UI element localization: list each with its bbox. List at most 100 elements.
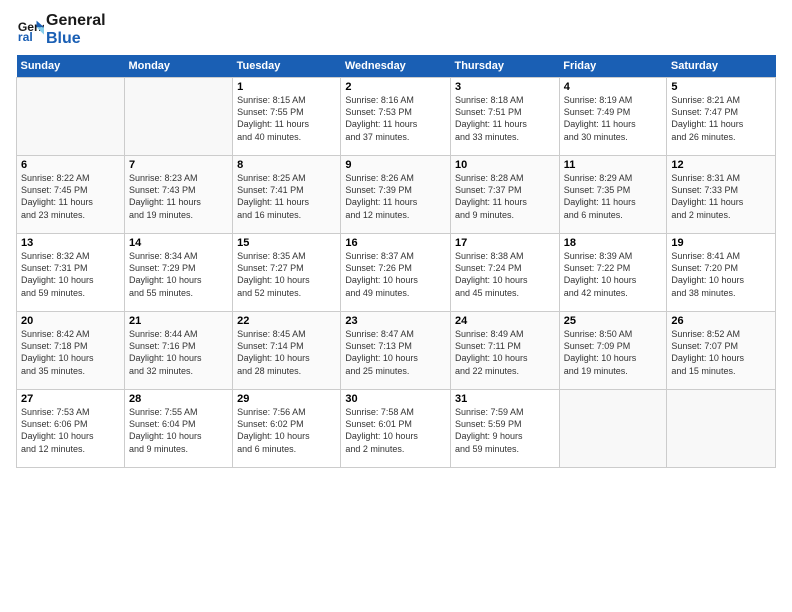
calendar-cell: 11Sunrise: 8:29 AM Sunset: 7:35 PM Dayli…	[559, 156, 667, 234]
day-info: Sunrise: 8:32 AM Sunset: 7:31 PM Dayligh…	[21, 250, 120, 299]
day-info: Sunrise: 7:53 AM Sunset: 6:06 PM Dayligh…	[21, 406, 120, 455]
day-number: 8	[237, 159, 336, 171]
day-info: Sunrise: 8:23 AM Sunset: 7:43 PM Dayligh…	[129, 172, 228, 221]
calendar-cell: 2Sunrise: 8:16 AM Sunset: 7:53 PM Daylig…	[341, 78, 451, 156]
logo-text-line1: General	[46, 12, 106, 30]
day-number: 28	[129, 393, 228, 405]
day-number: 22	[237, 315, 336, 327]
weekday-header: Thursday	[450, 55, 559, 78]
day-number: 6	[21, 159, 120, 171]
calendar-cell: 20Sunrise: 8:42 AM Sunset: 7:18 PM Dayli…	[17, 312, 125, 390]
calendar-cell: 25Sunrise: 8:50 AM Sunset: 7:09 PM Dayli…	[559, 312, 667, 390]
day-info: Sunrise: 7:55 AM Sunset: 6:04 PM Dayligh…	[129, 406, 228, 455]
day-info: Sunrise: 8:19 AM Sunset: 7:49 PM Dayligh…	[564, 94, 663, 143]
day-info: Sunrise: 8:29 AM Sunset: 7:35 PM Dayligh…	[564, 172, 663, 221]
day-number: 11	[564, 159, 663, 171]
calendar-cell: 21Sunrise: 8:44 AM Sunset: 7:16 PM Dayli…	[124, 312, 232, 390]
svg-text:ral: ral	[18, 30, 33, 44]
calendar-cell	[17, 78, 125, 156]
logo-text-line2: Blue	[46, 30, 106, 48]
calendar-cell: 7Sunrise: 8:23 AM Sunset: 7:43 PM Daylig…	[124, 156, 232, 234]
calendar-cell: 22Sunrise: 8:45 AM Sunset: 7:14 PM Dayli…	[233, 312, 341, 390]
calendar-cell: 12Sunrise: 8:31 AM Sunset: 7:33 PM Dayli…	[667, 156, 776, 234]
page-header: Gene ral General Blue	[16, 12, 776, 47]
day-number: 31	[455, 393, 555, 405]
weekday-header: Tuesday	[233, 55, 341, 78]
calendar-cell: 3Sunrise: 8:18 AM Sunset: 7:51 PM Daylig…	[450, 78, 559, 156]
day-info: Sunrise: 8:16 AM Sunset: 7:53 PM Dayligh…	[345, 94, 446, 143]
day-number: 20	[21, 315, 120, 327]
day-number: 23	[345, 315, 446, 327]
calendar-week-row: 1Sunrise: 8:15 AM Sunset: 7:55 PM Daylig…	[17, 78, 776, 156]
day-number: 15	[237, 237, 336, 249]
day-info: Sunrise: 8:22 AM Sunset: 7:45 PM Dayligh…	[21, 172, 120, 221]
day-number: 16	[345, 237, 446, 249]
calendar-cell: 19Sunrise: 8:41 AM Sunset: 7:20 PM Dayli…	[667, 234, 776, 312]
logo-icon: Gene ral	[16, 16, 44, 44]
day-info: Sunrise: 8:37 AM Sunset: 7:26 PM Dayligh…	[345, 250, 446, 299]
day-info: Sunrise: 8:34 AM Sunset: 7:29 PM Dayligh…	[129, 250, 228, 299]
day-number: 30	[345, 393, 446, 405]
day-info: Sunrise: 8:15 AM Sunset: 7:55 PM Dayligh…	[237, 94, 336, 143]
day-number: 19	[671, 237, 771, 249]
day-number: 4	[564, 81, 663, 93]
calendar-cell: 26Sunrise: 8:52 AM Sunset: 7:07 PM Dayli…	[667, 312, 776, 390]
calendar-cell	[124, 78, 232, 156]
calendar-header-row: SundayMondayTuesdayWednesdayThursdayFrid…	[17, 55, 776, 78]
calendar-cell: 5Sunrise: 8:21 AM Sunset: 7:47 PM Daylig…	[667, 78, 776, 156]
calendar-table: SundayMondayTuesdayWednesdayThursdayFrid…	[16, 55, 776, 468]
day-number: 27	[21, 393, 120, 405]
day-info: Sunrise: 8:50 AM Sunset: 7:09 PM Dayligh…	[564, 328, 663, 377]
day-info: Sunrise: 7:59 AM Sunset: 5:59 PM Dayligh…	[455, 406, 555, 455]
day-info: Sunrise: 8:39 AM Sunset: 7:22 PM Dayligh…	[564, 250, 663, 299]
day-number: 13	[21, 237, 120, 249]
calendar-cell: 16Sunrise: 8:37 AM Sunset: 7:26 PM Dayli…	[341, 234, 451, 312]
day-info: Sunrise: 8:18 AM Sunset: 7:51 PM Dayligh…	[455, 94, 555, 143]
calendar-cell: 29Sunrise: 7:56 AM Sunset: 6:02 PM Dayli…	[233, 390, 341, 468]
calendar-cell: 10Sunrise: 8:28 AM Sunset: 7:37 PM Dayli…	[450, 156, 559, 234]
calendar-cell: 9Sunrise: 8:26 AM Sunset: 7:39 PM Daylig…	[341, 156, 451, 234]
day-number: 17	[455, 237, 555, 249]
calendar-week-row: 20Sunrise: 8:42 AM Sunset: 7:18 PM Dayli…	[17, 312, 776, 390]
calendar-cell: 1Sunrise: 8:15 AM Sunset: 7:55 PM Daylig…	[233, 78, 341, 156]
day-info: Sunrise: 8:31 AM Sunset: 7:33 PM Dayligh…	[671, 172, 771, 221]
weekday-header: Friday	[559, 55, 667, 78]
calendar-cell: 31Sunrise: 7:59 AM Sunset: 5:59 PM Dayli…	[450, 390, 559, 468]
day-number: 2	[345, 81, 446, 93]
day-info: Sunrise: 8:38 AM Sunset: 7:24 PM Dayligh…	[455, 250, 555, 299]
calendar-cell: 28Sunrise: 7:55 AM Sunset: 6:04 PM Dayli…	[124, 390, 232, 468]
day-number: 9	[345, 159, 446, 171]
weekday-header: Sunday	[17, 55, 125, 78]
calendar-cell: 4Sunrise: 8:19 AM Sunset: 7:49 PM Daylig…	[559, 78, 667, 156]
day-info: Sunrise: 8:41 AM Sunset: 7:20 PM Dayligh…	[671, 250, 771, 299]
calendar-cell: 24Sunrise: 8:49 AM Sunset: 7:11 PM Dayli…	[450, 312, 559, 390]
calendar-cell: 13Sunrise: 8:32 AM Sunset: 7:31 PM Dayli…	[17, 234, 125, 312]
calendar-week-row: 27Sunrise: 7:53 AM Sunset: 6:06 PM Dayli…	[17, 390, 776, 468]
day-info: Sunrise: 7:56 AM Sunset: 6:02 PM Dayligh…	[237, 406, 336, 455]
calendar-cell: 30Sunrise: 7:58 AM Sunset: 6:01 PM Dayli…	[341, 390, 451, 468]
day-number: 7	[129, 159, 228, 171]
calendar-cell: 8Sunrise: 8:25 AM Sunset: 7:41 PM Daylig…	[233, 156, 341, 234]
day-info: Sunrise: 8:45 AM Sunset: 7:14 PM Dayligh…	[237, 328, 336, 377]
day-number: 26	[671, 315, 771, 327]
day-number: 29	[237, 393, 336, 405]
calendar-cell: 14Sunrise: 8:34 AM Sunset: 7:29 PM Dayli…	[124, 234, 232, 312]
day-info: Sunrise: 8:52 AM Sunset: 7:07 PM Dayligh…	[671, 328, 771, 377]
calendar-week-row: 6Sunrise: 8:22 AM Sunset: 7:45 PM Daylig…	[17, 156, 776, 234]
day-number: 10	[455, 159, 555, 171]
logo: Gene ral General Blue	[16, 12, 106, 47]
weekday-header: Saturday	[667, 55, 776, 78]
calendar-cell: 23Sunrise: 8:47 AM Sunset: 7:13 PM Dayli…	[341, 312, 451, 390]
day-info: Sunrise: 8:44 AM Sunset: 7:16 PM Dayligh…	[129, 328, 228, 377]
weekday-header: Wednesday	[341, 55, 451, 78]
calendar-cell: 15Sunrise: 8:35 AM Sunset: 7:27 PM Dayli…	[233, 234, 341, 312]
calendar-cell	[559, 390, 667, 468]
day-number: 18	[564, 237, 663, 249]
day-number: 21	[129, 315, 228, 327]
day-number: 12	[671, 159, 771, 171]
day-info: Sunrise: 8:49 AM Sunset: 7:11 PM Dayligh…	[455, 328, 555, 377]
day-info: Sunrise: 8:42 AM Sunset: 7:18 PM Dayligh…	[21, 328, 120, 377]
calendar-cell	[667, 390, 776, 468]
day-number: 5	[671, 81, 771, 93]
day-number: 3	[455, 81, 555, 93]
